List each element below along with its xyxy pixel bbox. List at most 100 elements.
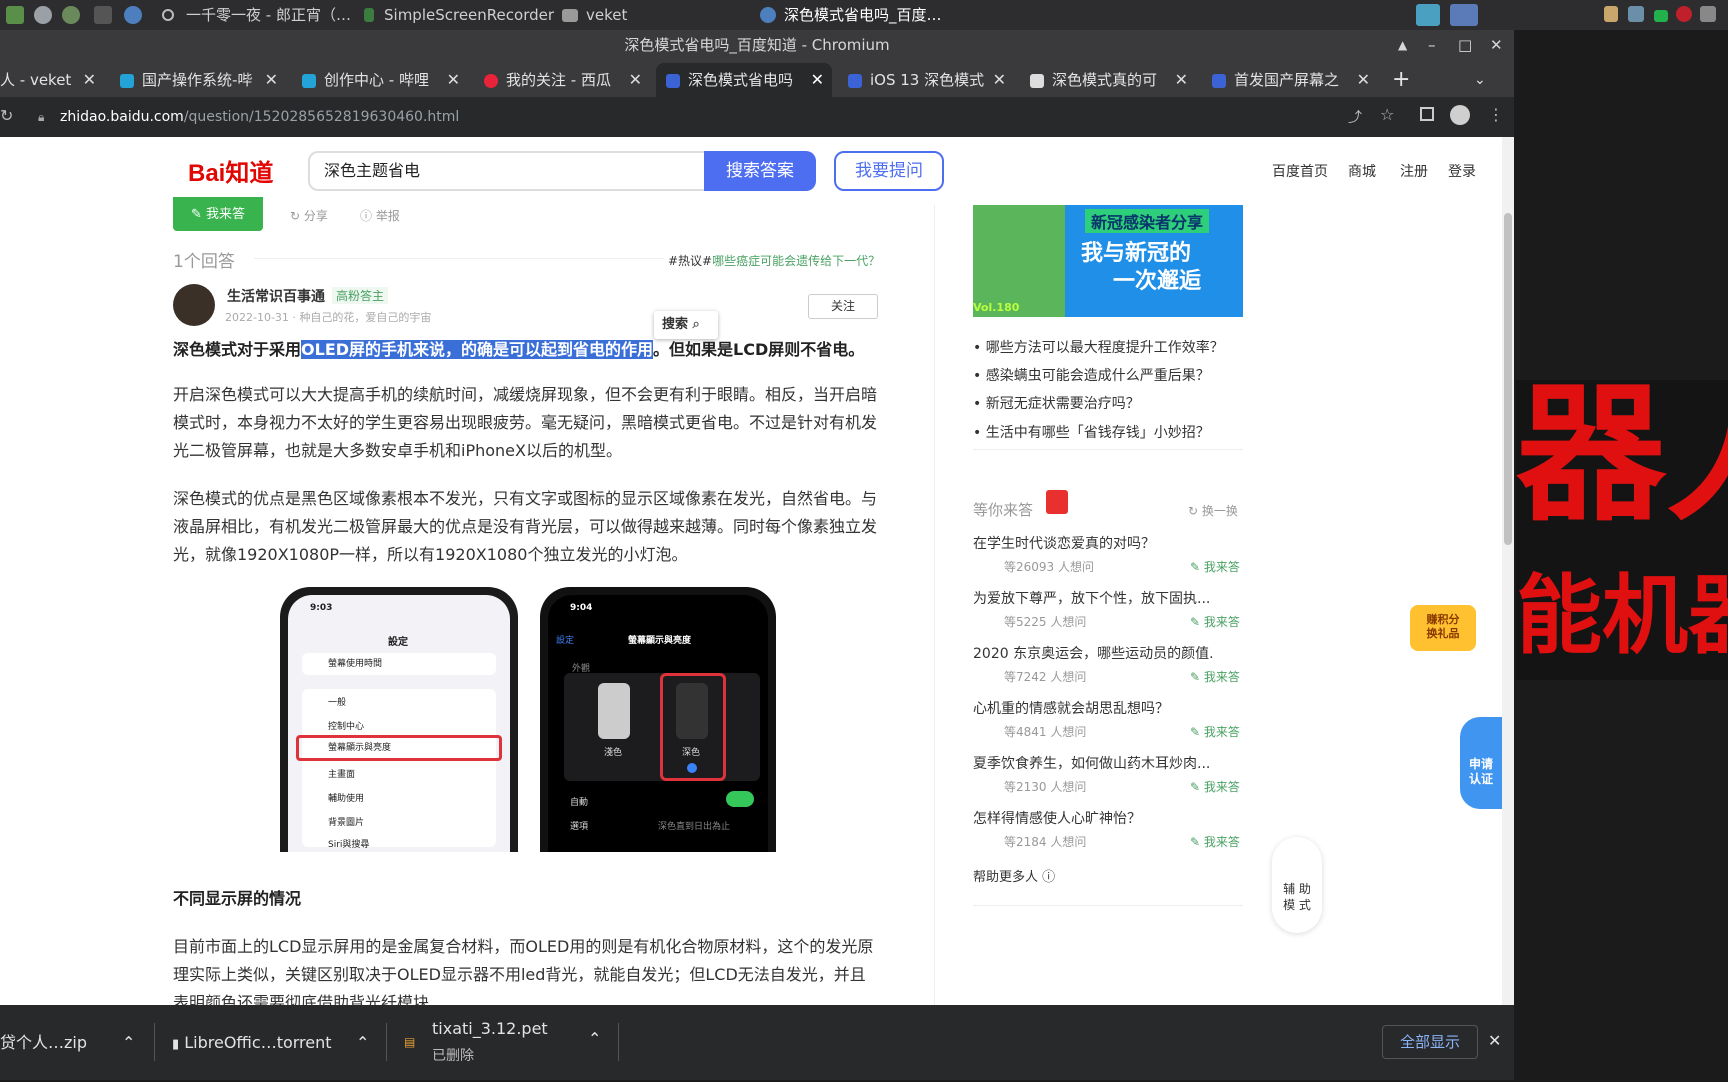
download-item[interactable]: ▮ LibreOffic…torrent ⌃ bbox=[172, 1005, 372, 1080]
terminal-icon[interactable] bbox=[94, 6, 112, 24]
close-window-icon[interactable]: ✕ bbox=[1490, 30, 1503, 60]
answer-link[interactable]: ✎ 我来答 bbox=[1190, 668, 1240, 685]
chevron-up-icon[interactable]: ⌃ bbox=[588, 1029, 601, 1048]
side-question-link[interactable]: • 感染螨虫可能会造成什么严重后果？ bbox=[973, 365, 1210, 385]
nav-home-link[interactable]: 百度首页 bbox=[1272, 161, 1328, 181]
ask-question-button[interactable]: 我要提问 bbox=[834, 151, 944, 191]
tab-close-icon[interactable]: ✕ bbox=[1175, 63, 1188, 97]
lead-selected-text[interactable]: OLED屏的手机来说，的确是可以起到省电的作用 bbox=[301, 340, 654, 359]
task-chromium[interactable]: 深色模式省电吗_百度… bbox=[784, 0, 942, 30]
network-tray-icon[interactable] bbox=[1416, 4, 1440, 26]
tab-screen[interactable]: 首发国产屏幕之 ✕ bbox=[1202, 63, 1378, 97]
side-question-link[interactable]: • 新冠无症状需要治疗吗？ bbox=[973, 393, 1140, 413]
refresh-link[interactable]: ↻ 换一换 bbox=[1188, 502, 1238, 519]
search-answer-button[interactable]: 搜索答案 bbox=[704, 151, 816, 191]
tab-close-icon[interactable]: ✕ bbox=[265, 63, 278, 97]
lock-icon[interactable]: 🔒︎ bbox=[38, 101, 44, 133]
nav-mall-link[interactable]: 商城 bbox=[1348, 161, 1376, 181]
waiting-question[interactable]: 2020 东京奥运会，哪些运动员的颜值... bbox=[973, 643, 1213, 663]
system-monitor-icon[interactable] bbox=[6, 6, 24, 24]
baidu-favicon-icon bbox=[848, 73, 862, 88]
tab-baidu-zhidao[interactable]: 深色模式省电吗 ✕ bbox=[656, 63, 832, 97]
chevron-up-icon[interactable]: ⌃ bbox=[122, 1005, 135, 1080]
tab-ios13[interactable]: iOS 13 深色模式 ✕ bbox=[838, 63, 1014, 97]
close-download-bar-icon[interactable]: ✕ bbox=[1488, 1031, 1501, 1050]
tab-close-icon[interactable]: ✕ bbox=[629, 63, 642, 97]
task-recorder[interactable]: SimpleScreenRecorder bbox=[384, 0, 554, 30]
tab-close-icon[interactable]: ✕ bbox=[993, 63, 1006, 97]
covid-banner[interactable]: 新冠感染者分享 我与新冠的 一次邂逅 Vol.180 bbox=[973, 205, 1243, 317]
answer-lead: 深色模式对于采用OLED屏的手机来说，的确是可以起到省电的作用。但如果是LCD屏… bbox=[173, 336, 879, 364]
answerer-avatar[interactable] bbox=[173, 284, 215, 326]
browser-icon[interactable] bbox=[124, 6, 142, 24]
share-link[interactable]: ↻ 分享 bbox=[290, 207, 328, 224]
record-tray-icon[interactable] bbox=[1676, 6, 1692, 22]
minimize-icon[interactable]: – bbox=[1428, 30, 1436, 60]
waiting-question[interactable]: 在学生时代谈恋爱真的对吗？ bbox=[973, 533, 1243, 553]
page-scrollbar[interactable] bbox=[1502, 137, 1514, 1005]
bookmark-star-icon[interactable]: ☆ bbox=[1380, 105, 1394, 124]
tab-dark-mode[interactable]: 深色模式真的可 ✕ bbox=[1020, 63, 1196, 97]
nav-login-link[interactable]: 登录 bbox=[1448, 161, 1476, 181]
url-text[interactable]: zhidao.baidu.com/question/15202856528196… bbox=[60, 101, 459, 133]
search-popup[interactable]: 搜索 ⌕ bbox=[654, 311, 718, 339]
answer-link[interactable]: ✎ 我来答 bbox=[1190, 723, 1240, 740]
scrollbar-thumb[interactable] bbox=[1504, 213, 1512, 545]
help-more-label: 帮助更多人 bbox=[973, 870, 1039, 885]
chromium-tray-icon[interactable] bbox=[1450, 4, 1478, 26]
tab-close-icon[interactable]: ✕ bbox=[1357, 63, 1370, 97]
share-icon[interactable]: ⤴ bbox=[1348, 107, 1362, 127]
menu-kebab-icon[interactable]: ⋮ bbox=[1488, 105, 1504, 124]
tab-close-icon[interactable]: ✕ bbox=[811, 63, 824, 97]
side-question-link[interactable]: • 哪些方法可以最大程度提升工作效率？ bbox=[973, 337, 1224, 357]
keep-above-icon[interactable]: ▲ bbox=[1398, 30, 1407, 60]
volume-tray-icon[interactable] bbox=[1700, 6, 1716, 22]
search-input[interactable]: 深色主题省电 bbox=[308, 151, 704, 191]
waiting-question[interactable]: 怎样得情感使人心旷神怡？ bbox=[973, 808, 1243, 828]
waiting-question[interactable]: 心机重的情感就会胡思乱想吗？ bbox=[973, 698, 1243, 718]
tab-bilibili-os[interactable]: 国产操作系统-哔 ✕ bbox=[110, 63, 286, 97]
waiting-question[interactable]: 夏季饮食养生，如何做山药木耳炒肉... bbox=[973, 753, 1213, 773]
side-panel-icon[interactable] bbox=[1420, 107, 1434, 121]
divider bbox=[618, 1023, 619, 1061]
new-tab-icon[interactable]: + bbox=[1392, 63, 1416, 97]
answer-link[interactable]: ✎ 我来答 bbox=[1190, 778, 1240, 795]
clipboard-tray-icon[interactable] bbox=[1604, 6, 1618, 22]
answer-link[interactable]: ✎ 我来答 bbox=[1190, 558, 1240, 575]
media-player-icon[interactable] bbox=[62, 6, 80, 24]
tab-veket[interactable]: 人 - veket ✕ bbox=[0, 63, 104, 97]
profile-avatar-icon[interactable] bbox=[1450, 105, 1470, 125]
battery-tray-icon[interactable] bbox=[1654, 10, 1668, 22]
answer-link[interactable]: ✎ 我来答 bbox=[1190, 613, 1240, 630]
task-music[interactable]: 一千零一夜 - 郎正宵（… bbox=[186, 0, 351, 30]
tab-close-icon[interactable]: ✕ bbox=[447, 63, 460, 97]
answer-button[interactable]: ✎ 我来答 bbox=[173, 197, 263, 231]
side-question-link[interactable]: • 生活中有哪些「省钱存钱」小妙招？ bbox=[973, 422, 1210, 442]
tab-close-icon[interactable]: ✕ bbox=[83, 63, 96, 97]
tab-bilibili-creator[interactable]: 创作中心 - 哔哩 ✕ bbox=[292, 63, 468, 97]
answerer-name[interactable]: 生活常识百事通 bbox=[227, 286, 325, 306]
nav-register-link[interactable]: 注册 bbox=[1400, 161, 1428, 181]
maximize-icon[interactable]: □ bbox=[1458, 30, 1472, 60]
settings-icon[interactable] bbox=[34, 6, 52, 24]
help-more-link[interactable]: 帮助更多人 ⓘ bbox=[973, 866, 1055, 885]
tab-label: iOS 13 深色模式 bbox=[870, 71, 985, 89]
network2-tray-icon[interactable] bbox=[1628, 6, 1644, 22]
follow-button[interactable]: 关注 bbox=[808, 294, 878, 319]
baidu-zhidao-logo[interactable]: Bai知道 bbox=[188, 153, 298, 189]
assist-mode-widget[interactable]: 辅 助 模 式 bbox=[1272, 837, 1322, 933]
download-item[interactable]: 贷个人…zip ⌃ bbox=[0, 1005, 140, 1080]
tab-xigua[interactable]: 我的关注 - 西瓜 ✕ bbox=[474, 63, 650, 97]
address-bar[interactable]: 🔒︎ zhidao.baidu.com/question/15202856528… bbox=[0, 101, 1300, 133]
task-veket[interactable]: veket bbox=[586, 0, 627, 30]
hot-topic[interactable]: #热议#哪些癌症可能会遗传给下一代？ bbox=[668, 252, 880, 269]
show-all-button[interactable]: 全部显示 bbox=[1382, 1025, 1478, 1059]
tab-search-icon[interactable]: ⌄ bbox=[1474, 63, 1498, 97]
apply-certify-widget[interactable]: 申请 认证 bbox=[1460, 717, 1502, 809]
chevron-up-icon[interactable]: ⌃ bbox=[356, 1005, 369, 1080]
answer-link[interactable]: ✎ 我来答 bbox=[1190, 833, 1240, 850]
waiting-question[interactable]: 为爱放下尊严，放下个性，放下固执... bbox=[973, 588, 1213, 608]
points-reward-widget[interactable]: 赚积分 换礼品 bbox=[1410, 605, 1476, 651]
report-link[interactable]: ⓘ 举报 bbox=[360, 207, 400, 224]
download-item[interactable]: ▤ tixati_3.12.pet 已删除 ⌃ bbox=[404, 1005, 614, 1080]
